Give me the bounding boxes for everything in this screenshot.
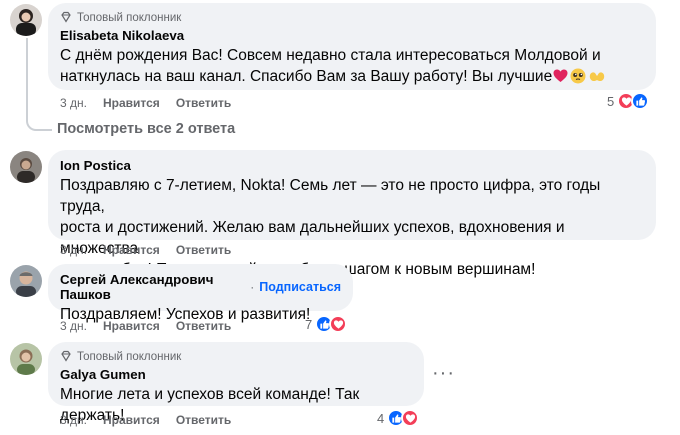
like-button[interactable]: Нравится: [103, 96, 160, 110]
heart-emoji-icon: [553, 68, 568, 89]
subscribe-link[interactable]: Подписаться: [259, 280, 341, 294]
comment-author[interactable]: Elisabeta Nikolaeva: [60, 28, 184, 43]
comment-bubble: Топовый поклонник Elisabeta Nikolaeva С …: [48, 3, 656, 90]
pleading-face-emoji-icon: [570, 68, 586, 90]
reaction-summary[interactable]: 7: [305, 315, 348, 333]
like-button[interactable]: Нравится: [103, 319, 160, 333]
top-fan-badge: Топовый поклонник: [60, 11, 644, 25]
avatar[interactable]: [10, 4, 42, 36]
comment-time[interactable]: 3 дн.: [60, 243, 87, 257]
comment-author[interactable]: Galya Gumen: [60, 367, 146, 382]
comment-time[interactable]: 3 дн.: [60, 319, 87, 333]
reply-button[interactable]: Ответить: [176, 243, 231, 257]
separator-dot: ·: [250, 280, 255, 294]
view-replies-link[interactable]: Посмотреть все 2 ответа: [57, 121, 235, 137]
diamond-icon: [60, 11, 72, 26]
comment-author[interactable]: Сергей Александрович Пашков: [60, 272, 245, 302]
comment-time[interactable]: 3 дн.: [60, 96, 87, 110]
avatar[interactable]: [10, 151, 42, 183]
comment-text: С днём рождения Вас! Совсем недавно стал…: [60, 45, 644, 90]
reaction-count: 4: [377, 410, 385, 426]
diamond-icon: [60, 350, 72, 365]
like-button[interactable]: Нравится: [103, 243, 160, 257]
badge-label: Топовый поклонник: [77, 351, 182, 363]
love-reaction-icon: [401, 409, 420, 427]
top-fan-badge: Топовый поклонник: [60, 350, 412, 364]
comment-bubble: Топовый поклонник Galya Gumen Многие лет…: [48, 342, 424, 424]
more-options-button[interactable]: ···: [432, 362, 455, 385]
comment-bubble: Сергей Александрович Пашков · Подписатьс…: [48, 264, 353, 323]
avatar[interactable]: [10, 343, 42, 375]
like-button[interactable]: Нравится: [103, 413, 160, 427]
reaction-summary[interactable]: 5: [607, 92, 650, 110]
reply-button[interactable]: Ответить: [176, 319, 231, 333]
comment-author[interactable]: Ion Postica: [60, 158, 131, 173]
heart-hands-emoji-icon: [588, 68, 606, 90]
reaction-summary[interactable]: 4: [377, 409, 420, 427]
comment-bubble: Ion Postica Поздравляю с 7-летием, Nokta…: [48, 150, 656, 278]
thread-connector: [26, 38, 52, 131]
reaction-count: 7: [305, 316, 313, 332]
love-reaction-icon: [329, 315, 348, 333]
reply-button[interactable]: Ответить: [176, 413, 231, 427]
reaction-count: 5: [607, 93, 615, 109]
badge-label: Топовый поклонник: [77, 12, 182, 24]
avatar[interactable]: [10, 265, 42, 297]
comment-time[interactable]: 3 дн.: [60, 413, 87, 427]
like-reaction-icon: [631, 92, 650, 110]
reply-button[interactable]: Ответить: [176, 96, 231, 110]
